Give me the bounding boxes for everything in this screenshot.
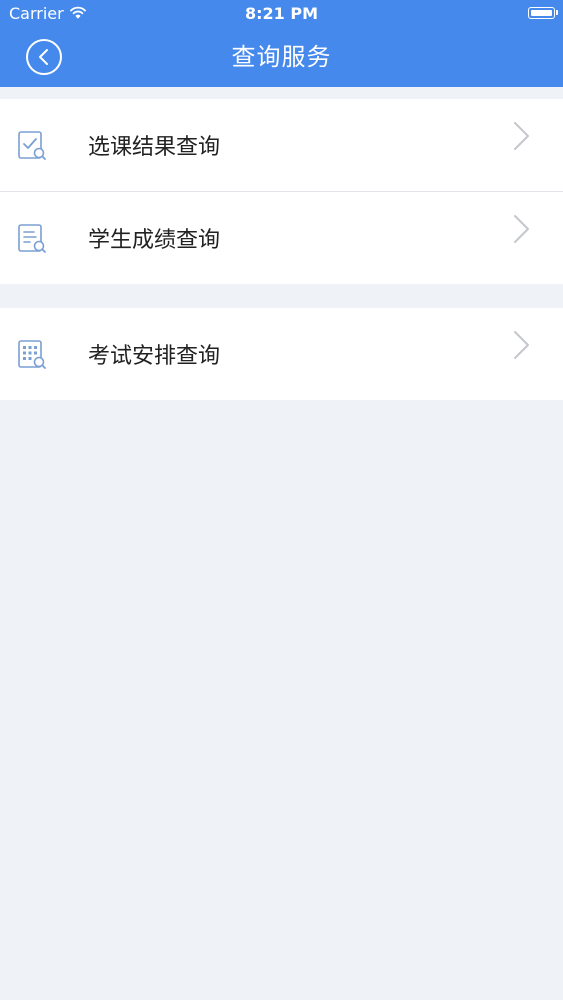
battery-icon [528,7,558,19]
page-title: 查询服务 [231,43,332,71]
list-item-label: 学生成绩查询 [88,228,221,253]
exam-calendar-icon [14,338,48,372]
status-bar: Carrier 8:21 PM [0,0,563,28]
chevron-right-icon [511,330,531,360]
list-item-label: 考试安排查询 [88,344,221,369]
chevron-right-icon [511,121,531,151]
list-item-exam-schedule[interactable]: 考试安排查询 [0,308,563,400]
query-section-2: 考试安排查询 [0,308,563,400]
chevron-right-icon [511,214,531,244]
grade-document-icon [14,222,48,256]
course-check-icon [14,129,48,163]
list-item-label: 选课结果查询 [88,135,221,160]
list-item-course-selection-results[interactable]: 选课结果查询 [0,99,563,191]
query-section-1: 选课结果查询 学生成绩查询 [0,99,563,284]
list-item-student-grades[interactable]: 学生成绩查询 [0,192,563,284]
status-time: 8:21 PM [244,4,318,23]
navigation-bar: Carrier 8:21 PM 查询服务 [0,0,563,87]
